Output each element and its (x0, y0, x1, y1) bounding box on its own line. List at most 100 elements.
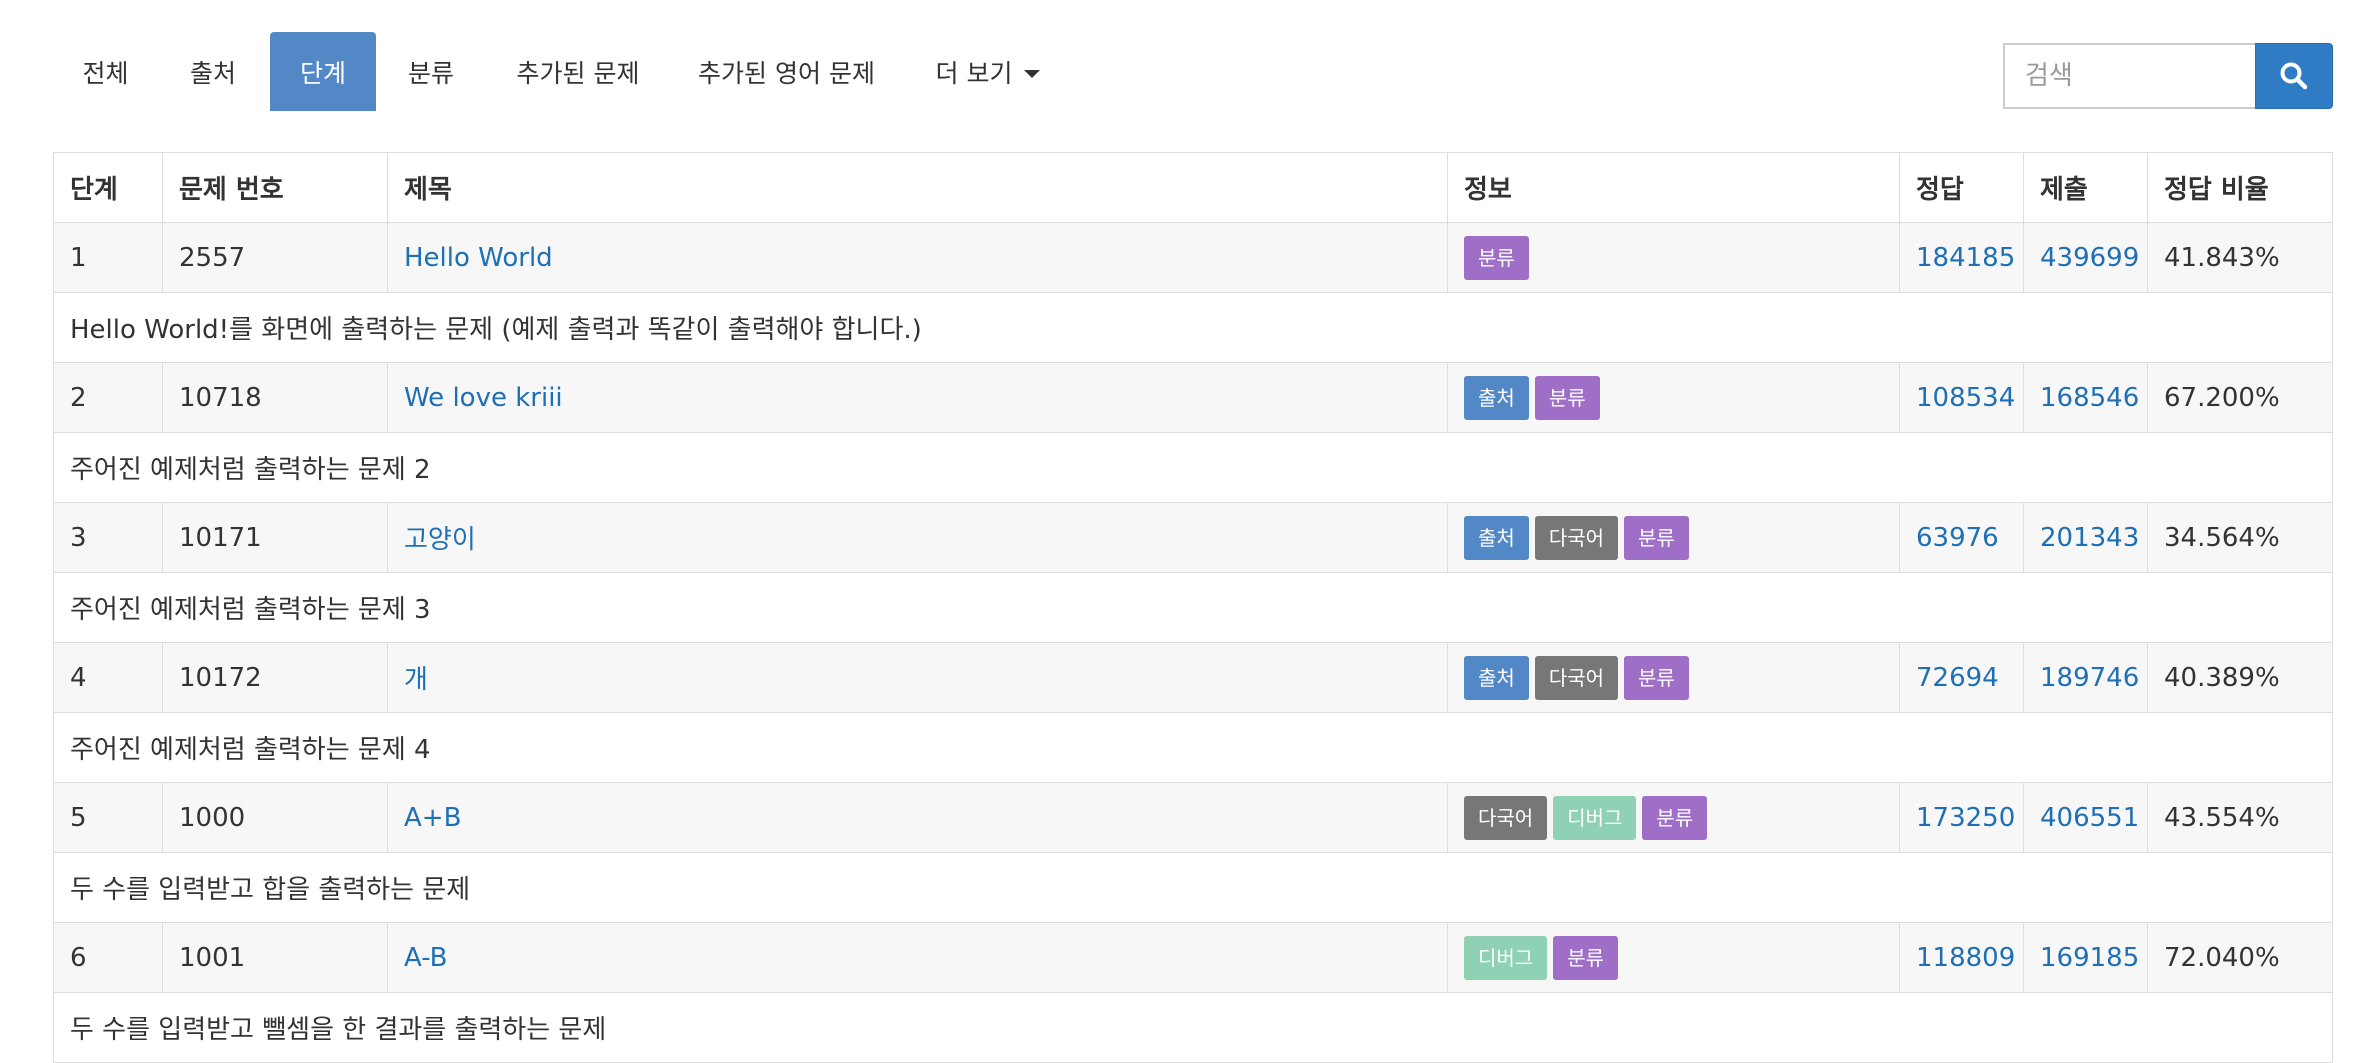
table-row: 5 1000 A+B 다국어 디버그 분류 173250 406551 43.554% (53, 782, 2333, 853)
title-cell: A+B (387, 782, 1448, 853)
problem-title-link[interactable]: 개 (404, 665, 428, 695)
table-row: 3 10171 고양이 출처 다국어 분류 63976 201343 34.564% (53, 502, 2333, 573)
tag-category-badge[interactable]: 분류 (1464, 235, 1529, 280)
problem-id-cell: 1000 (162, 782, 388, 853)
correct-count-link[interactable]: 72694 (1916, 663, 1999, 693)
column-header: 문제 번호 (162, 152, 388, 223)
tag-source-badge[interactable]: 출처 (1464, 375, 1529, 420)
tab-label: 출처 (189, 58, 236, 88)
tab-more-dropdown[interactable]: 더 보기 (903, 32, 1073, 111)
problem-description: 두 수를 입력받고 뺄셈을 한 결과를 출력하는 문제 (53, 992, 2333, 1063)
tag-category-badge[interactable]: 분류 (1642, 795, 1708, 840)
tab-added-problems[interactable]: 추가된 문제 (486, 32, 670, 111)
submit-count-link[interactable]: 168546 (2040, 383, 2139, 413)
title-cell: Hello World (387, 222, 1448, 293)
correct-cell: 63976 (1899, 502, 2024, 573)
submit-count-link[interactable]: 439699 (2040, 243, 2139, 273)
tag-category-badge[interactable]: 분류 (1624, 515, 1689, 560)
column-header: 제목 (387, 152, 1448, 223)
column-header: 정답 비율 (2147, 152, 2333, 223)
tab-category[interactable]: 분류 (376, 32, 486, 111)
level-cell: 5 (53, 782, 163, 853)
submit-count-link[interactable]: 406551 (2040, 803, 2139, 833)
tab-source[interactable]: 출처 (158, 32, 268, 111)
search-input[interactable] (2003, 43, 2255, 109)
tab-label: 추가된 영어 문제 (698, 58, 875, 88)
description-row: 두 수를 입력받고 뺄셈을 한 결과를 출력하는 문제 (53, 992, 2333, 1063)
description-row: 주어진 예제처럼 출력하는 문제 3 (53, 572, 2333, 643)
title-cell: 고양이 (387, 502, 1448, 573)
problem-table-body: 1 2557 Hello World 분류 184185 439699 41.843% Hel… (53, 222, 2333, 1063)
correct-cell: 118809 (1899, 922, 2024, 993)
correct-cell: 72694 (1899, 642, 2024, 713)
problem-id-cell: 2557 (162, 222, 388, 293)
tag-multilingual-badge[interactable]: 다국어 (1464, 795, 1548, 840)
title-cell: 개 (387, 642, 1448, 713)
ratio-cell: 40.389% (2147, 642, 2333, 713)
level-cell: 6 (53, 922, 163, 993)
problem-title-link[interactable]: 고양이 (404, 525, 476, 555)
problem-id-cell: 10718 (162, 362, 388, 433)
table-header-row: 단계 문제 번호 제목 정보 정답 제출 정답 비율 (53, 152, 2333, 223)
table-row: 6 1001 A-B 디버그 분류 118809 169185 72.040% (53, 922, 2333, 993)
correct-count-link[interactable]: 118809 (1916, 943, 2015, 973)
tag-source-badge[interactable]: 출처 (1464, 515, 1529, 560)
description-row: Hello World!를 화면에 출력하는 문제 (예제 출력과 똑같이 출력… (53, 292, 2333, 363)
description-row: 두 수를 입력받고 합을 출력하는 문제 (53, 852, 2333, 923)
problem-description: 주어진 예제처럼 출력하는 문제 3 (53, 572, 2333, 643)
problem-title-link[interactable]: A-B (404, 943, 448, 973)
search-button[interactable] (2255, 43, 2333, 109)
problem-id-cell: 10171 (162, 502, 388, 573)
description-row: 주어진 예제처럼 출력하는 문제 4 (53, 712, 2333, 783)
level-cell: 4 (53, 642, 163, 713)
submit-cell: 168546 (2023, 362, 2148, 433)
tab-label: 분류 (407, 58, 454, 88)
tag-source-badge[interactable]: 출처 (1464, 655, 1529, 700)
tab-label: 추가된 문제 (516, 58, 640, 88)
correct-count-link[interactable]: 63976 (1916, 523, 1999, 553)
correct-count-link[interactable]: 184185 (1916, 243, 2015, 273)
problem-description: 주어진 예제처럼 출력하는 문제 4 (53, 712, 2333, 783)
problem-title-link[interactable]: We love kriii (404, 383, 563, 413)
info-cell: 다국어 디버그 분류 (1447, 782, 1900, 853)
tab-added-english-problems[interactable]: 추가된 영어 문제 (670, 32, 903, 111)
tag-multilingual-badge[interactable]: 다국어 (1534, 655, 1619, 700)
correct-cell: 108534 (1899, 362, 2024, 433)
problem-table: 단계 문제 번호 제목 정보 정답 제출 정답 비율 1 2557 Hello Wo… (53, 152, 2333, 1063)
description-row: 주어진 예제처럼 출력하는 문제 2 (53, 432, 2333, 503)
tab-label: 단계 (299, 58, 346, 88)
ratio-cell: 41.843% (2147, 222, 2333, 293)
submit-count-link[interactable]: 201343 (2040, 523, 2139, 553)
problem-description: 주어진 예제처럼 출력하는 문제 2 (53, 432, 2333, 503)
problem-id-cell: 10172 (162, 642, 388, 713)
submit-count-link[interactable]: 169185 (2040, 943, 2139, 973)
correct-count-link[interactable]: 108534 (1916, 383, 2015, 413)
problem-title-link[interactable]: Hello World (404, 243, 553, 273)
submit-cell: 189746 (2023, 642, 2148, 713)
info-cell: 출처 다국어 분류 (1447, 502, 1900, 573)
table-row: 4 10172 개 출처 다국어 분류 72694 189746 40.389% (53, 642, 2333, 713)
correct-count-link[interactable]: 173250 (1916, 803, 2015, 833)
level-cell: 3 (53, 502, 163, 573)
column-header: 단계 (53, 152, 163, 223)
problem-id-cell: 1001 (162, 922, 388, 993)
tab-all[interactable]: 전체 (53, 32, 158, 111)
tag-debug-badge[interactable]: 디버그 (1553, 795, 1637, 840)
info-cell: 디버그 분류 (1447, 922, 1900, 993)
caret-down-icon (1024, 69, 1041, 78)
ratio-cell: 43.554% (2147, 782, 2333, 853)
submit-cell: 201343 (2023, 502, 2148, 573)
tag-category-badge[interactable]: 분류 (1534, 375, 1600, 420)
ratio-cell: 67.200% (2147, 362, 2333, 433)
tag-debug-badge[interactable]: 디버그 (1464, 935, 1548, 980)
tag-category-badge[interactable]: 분류 (1553, 935, 1619, 980)
tab-level[interactable]: 단계 (270, 32, 376, 111)
submit-cell: 406551 (2023, 782, 2148, 853)
tag-multilingual-badge[interactable]: 다국어 (1534, 515, 1619, 560)
correct-cell: 173250 (1899, 782, 2024, 853)
problem-title-link[interactable]: A+B (404, 803, 461, 833)
tag-category-badge[interactable]: 분류 (1624, 655, 1689, 700)
submit-count-link[interactable]: 189746 (2040, 663, 2139, 693)
info-cell: 출처 다국어 분류 (1447, 642, 1900, 713)
title-cell: We love kriii (387, 362, 1448, 433)
